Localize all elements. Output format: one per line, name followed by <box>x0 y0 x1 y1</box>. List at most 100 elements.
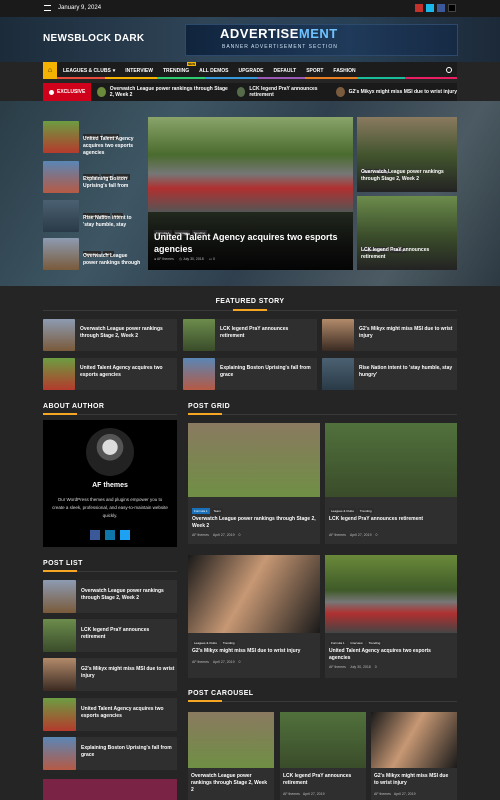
post-title[interactable]: LCK legend PraY announces retirement <box>220 326 314 340</box>
section-underline <box>188 413 222 415</box>
post-title[interactable]: Overwatch League power rankings through … <box>81 588 175 602</box>
top-date: January 9, 2024 <box>58 5 102 11</box>
vimeo-icon[interactable] <box>426 4 434 12</box>
thumbnail <box>43 658 76 691</box>
featured-item[interactable]: G2's Mikyx might miss MSI due to wrist i… <box>322 319 457 351</box>
category-badge[interactable]: Interview <box>348 640 365 646</box>
featured-item[interactable]: Rise Nation intent to 'stay humble, stay… <box>322 358 457 390</box>
post-title[interactable]: United Talent Agency acquires two esport… <box>83 136 143 157</box>
post-author[interactable]: AF themes <box>374 792 391 796</box>
post-title[interactable]: LCK legend PraY announces retirement <box>283 773 363 787</box>
x-icon[interactable] <box>448 4 456 12</box>
category-badge[interactable]: Leagues & Clubs <box>329 508 356 514</box>
list-item[interactable]: Overwatch League power rankings through … <box>43 580 177 613</box>
facebook-icon[interactable] <box>90 530 100 540</box>
linkedin-icon[interactable] <box>105 530 115 540</box>
ticker-item-1[interactable]: Overwatch League power rankings through … <box>110 86 229 98</box>
post-title[interactable]: LCK legend PraY announces retirement <box>361 247 455 261</box>
exclusive-label: EXCLUSIVE <box>43 83 92 101</box>
post-title[interactable]: Explaining Boston Uprising's fall from g… <box>81 745 175 759</box>
featured-item[interactable]: United Talent Agency acquires two esport… <box>43 358 177 390</box>
featured-item[interactable]: Overwatch League power rankings through … <box>43 319 177 351</box>
post-title[interactable]: United Talent Agency acquires two esport… <box>80 365 174 379</box>
post-title[interactable]: United Talent Agency acquires two esport… <box>329 648 453 662</box>
post-title[interactable]: Overwatch League power rankings through … <box>80 326 174 340</box>
category-badge[interactable]: Formula 1 <box>192 508 210 514</box>
featured-item[interactable]: LCK legend PraY announces retirement <box>183 319 317 351</box>
post-title[interactable]: Overwatch League power rankings through <box>83 253 143 267</box>
ad-title-b: MENT <box>298 26 338 41</box>
category-badge[interactable]: Trending <box>220 640 237 646</box>
site-title[interactable]: NEWSBLOCK DARK <box>43 33 144 44</box>
hero-left-item[interactable]: Leagues & Clubs Team Rise Nation intent t… <box>43 200 141 232</box>
thumbnail <box>183 358 215 390</box>
post-title[interactable]: G2's Mikyx might miss MSI due to wrist i… <box>192 648 316 655</box>
post-grid-title: POST GRID <box>188 403 231 410</box>
main-post-title[interactable]: United Talent Agency acquires two esport… <box>154 231 344 255</box>
grid-post[interactable]: Leagues & Clubs Trending LCK legend PraY … <box>325 423 457 544</box>
post-author[interactable]: AF themes <box>192 660 209 664</box>
post-title[interactable]: LCK legend PraY announces retirement <box>81 627 175 641</box>
post-title[interactable]: G2's Mikyx might miss MSI due to wrist i… <box>359 326 453 340</box>
post-title[interactable]: Explaining Boston Uprising's fall from g… <box>220 365 314 379</box>
hero-right-post[interactable]: Leagues & Clubs Trending LCK legend PraY … <box>357 196 457 270</box>
category-badge[interactable]: Trending <box>366 640 383 646</box>
post-title[interactable]: United Talent Agency acquires two esport… <box>81 706 175 720</box>
nav-label: SPORT <box>306 67 324 74</box>
carousel-item[interactable]: G2's Mikyx might miss MSI due to wrist i… <box>371 712 457 800</box>
post-title[interactable]: Rise Nation intent to 'stay humble, stay… <box>359 365 453 379</box>
post-title[interactable]: LCK legend PraY announces retirement <box>329 516 453 523</box>
post-author[interactable]: AF themes <box>329 665 346 669</box>
post-author[interactable]: AF themes <box>329 533 346 537</box>
featured-item[interactable]: Explaining Boston Uprising's fall from g… <box>183 358 317 390</box>
ticker-item-3[interactable]: G2's Mikyx might miss MSI due to wrist i… <box>349 89 457 95</box>
author-bio: Our WordPress themes and plugins empower… <box>52 497 168 518</box>
youtube-icon[interactable] <box>415 4 423 12</box>
post-title[interactable]: G2's Mikyx might miss MSI due to wrist i… <box>81 666 175 680</box>
post-title[interactable]: G2's Mikyx might miss MSI due to wrist i… <box>374 773 454 787</box>
ticker-item-2[interactable]: LCK legend PraY announces retirement <box>249 86 328 98</box>
advertisement-banner[interactable]: ADVERTISEMENT BANNER ADVERTISEMENT SECTI… <box>185 24 458 56</box>
list-item[interactable]: LCK legend PraY announces retirement <box>43 619 177 652</box>
twitter-icon[interactable] <box>120 530 130 540</box>
ad-title-a: ADVERTISE <box>220 26 299 41</box>
list-item[interactable]: G2's Mikyx might miss MSI due to wrist i… <box>43 658 177 691</box>
carousel-item[interactable]: Overwatch League power rankings through … <box>188 712 274 800</box>
post-title[interactable]: Overwatch League power rankings through … <box>192 516 316 530</box>
thumbnail <box>43 698 76 731</box>
facebook-icon[interactable] <box>437 4 445 12</box>
list-item[interactable]: Explaining Boston Uprising's fall from g… <box>43 737 177 770</box>
hero-left-item[interactable]: Formula 1 Interview United Talent Agency … <box>43 121 141 156</box>
category-badge[interactable]: Formula 1 <box>329 640 347 646</box>
comment-count: 0 <box>238 660 241 664</box>
section-underline <box>233 309 267 311</box>
thumbnail <box>43 319 75 351</box>
grid-post[interactable]: Formula 1 Team Overwatch League power ran… <box>188 423 320 544</box>
post-title[interactable]: Rise Nation intent to 'stay humble, stay <box>83 215 143 229</box>
home-icon[interactable]: ⌂ <box>43 62 57 79</box>
post-title[interactable]: Overwatch League power rankings through … <box>361 169 455 183</box>
list-item[interactable]: United Talent Agency acquires two esport… <box>43 698 177 731</box>
post-author[interactable]: AF themes <box>192 533 209 537</box>
category-badge[interactable]: Trending <box>357 508 374 514</box>
category-badge[interactable]: Team <box>211 508 223 514</box>
grid-post[interactable]: Formula 1 Interview Trending United Talent… <box>325 555 457 678</box>
carousel-item[interactable]: LCK legend PraY announces retirement AF … <box>280 712 366 800</box>
post-title[interactable]: Explaining Boston Uprising's fall from <box>83 176 143 190</box>
ad-subtitle: BANNER ADVERTISEMENT SECTION <box>222 44 338 50</box>
category-badge[interactable]: Leagues & Clubs <box>192 640 219 646</box>
avatar <box>86 428 134 476</box>
hero-right-post[interactable]: Team Trending Overwatch League power rank… <box>357 117 457 192</box>
main-post-image <box>148 117 353 212</box>
hero-left-item[interactable]: Formula 1 Team Overwatch League power ran… <box>43 238 141 270</box>
hero-main-post[interactable]: Formula 1 Interview Trending United Talent… <box>148 117 353 270</box>
hero-left-item[interactable]: Interview Team Trending Explaining Boston … <box>43 161 141 193</box>
grid-post[interactable]: Leagues & Clubs Trending G2's Mikyx might… <box>188 555 320 678</box>
post-date: July 30, 2018 <box>182 257 204 261</box>
post-author[interactable]: AF themes <box>283 792 300 796</box>
search-icon[interactable] <box>446 67 452 73</box>
author-name[interactable]: AF themes <box>43 482 177 489</box>
post-title[interactable]: Overwatch League power rankings through … <box>191 773 271 794</box>
post-author[interactable]: AF themes <box>157 257 174 261</box>
menu-icon[interactable] <box>44 5 51 11</box>
